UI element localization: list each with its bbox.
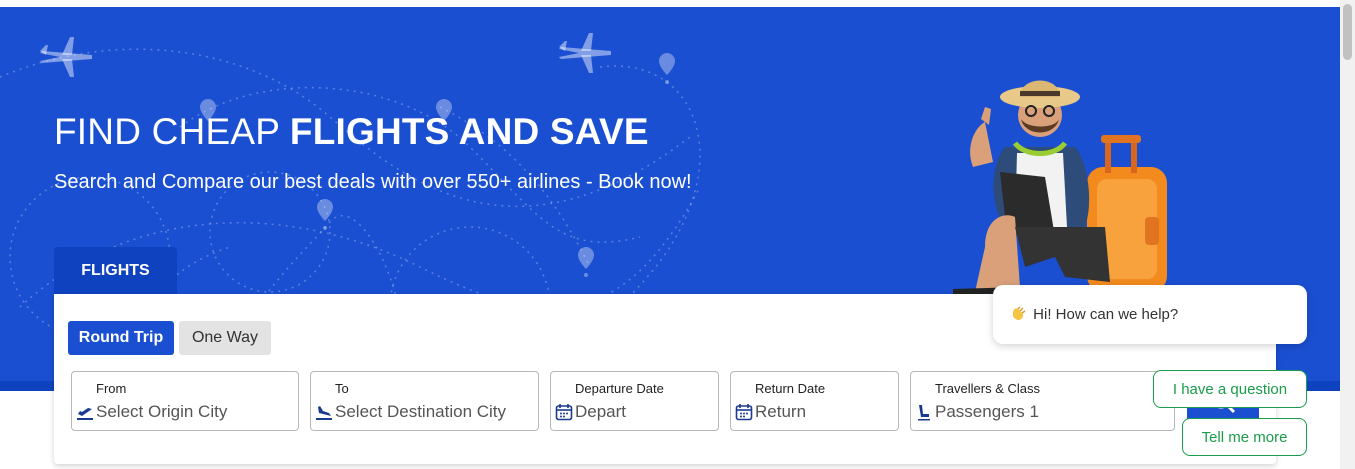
from-input: Select Origin City — [96, 402, 228, 421]
traveler-illustration — [953, 80, 1167, 297]
departure-date-field[interactable]: Departure Date Depart — [550, 371, 719, 431]
seat-icon — [918, 405, 930, 421]
hero-title: FIND CHEAP FLIGHTS AND SAVE — [54, 111, 649, 153]
chat-greeting: Hi! How can we help? — [1009, 304, 1178, 323]
calendar-icon — [555, 404, 573, 421]
hero-title-bold: FLIGHTS AND SAVE — [289, 111, 649, 152]
page-scrollbar[interactable] — [1340, 0, 1355, 469]
travellers-class-field[interactable]: Travellers & Class Passengers 1 — [910, 371, 1175, 431]
page: FIND CHEAP FLIGHTS AND SAVE Search and C… — [0, 0, 1355, 469]
plane-takeoff-icon — [77, 408, 93, 420]
chat-greeting-bubble: Hi! How can we help? — [993, 285, 1307, 344]
calendar-icon — [735, 404, 753, 421]
chat-tell-more-button[interactable]: Tell me more — [1182, 418, 1307, 456]
chat-greeting-text: Hi! How can we help? — [1033, 306, 1179, 323]
waving-hand-icon — [1013, 306, 1026, 320]
tab-flights[interactable]: FLIGHTS — [54, 247, 177, 295]
chat-question-button[interactable]: I have a question — [1153, 370, 1307, 408]
return-date-field[interactable]: Return Date Return — [730, 371, 899, 431]
to-label: To — [335, 381, 349, 396]
return-date-label: Return Date — [755, 381, 826, 396]
return-date-input: Return — [755, 402, 807, 421]
hero-subtitle: Search and Compare our best deals with o… — [54, 171, 692, 193]
map-pin-decoration-icon — [200, 53, 675, 269]
to-field[interactable]: To Select Destination City — [310, 371, 539, 431]
one-way-button[interactable]: One Way — [179, 321, 271, 355]
plane-decoration-icon — [40, 37, 92, 77]
hero-title-light: FIND CHEAP — [54, 111, 290, 152]
round-trip-button[interactable]: Round Trip — [68, 321, 174, 355]
to-input: Select Destination City — [335, 402, 507, 421]
travellers-class-value: Passengers 1 — [935, 402, 1039, 421]
scrollbar-thumb[interactable] — [1343, 4, 1352, 60]
departure-date-label: Departure Date — [575, 381, 664, 396]
plane-landing-icon — [316, 406, 332, 420]
from-label: From — [96, 381, 127, 396]
from-field[interactable]: From Select Origin City — [71, 371, 299, 431]
travellers-class-label: Travellers & Class — [935, 381, 1040, 396]
departure-date-input: Depart — [575, 402, 627, 421]
